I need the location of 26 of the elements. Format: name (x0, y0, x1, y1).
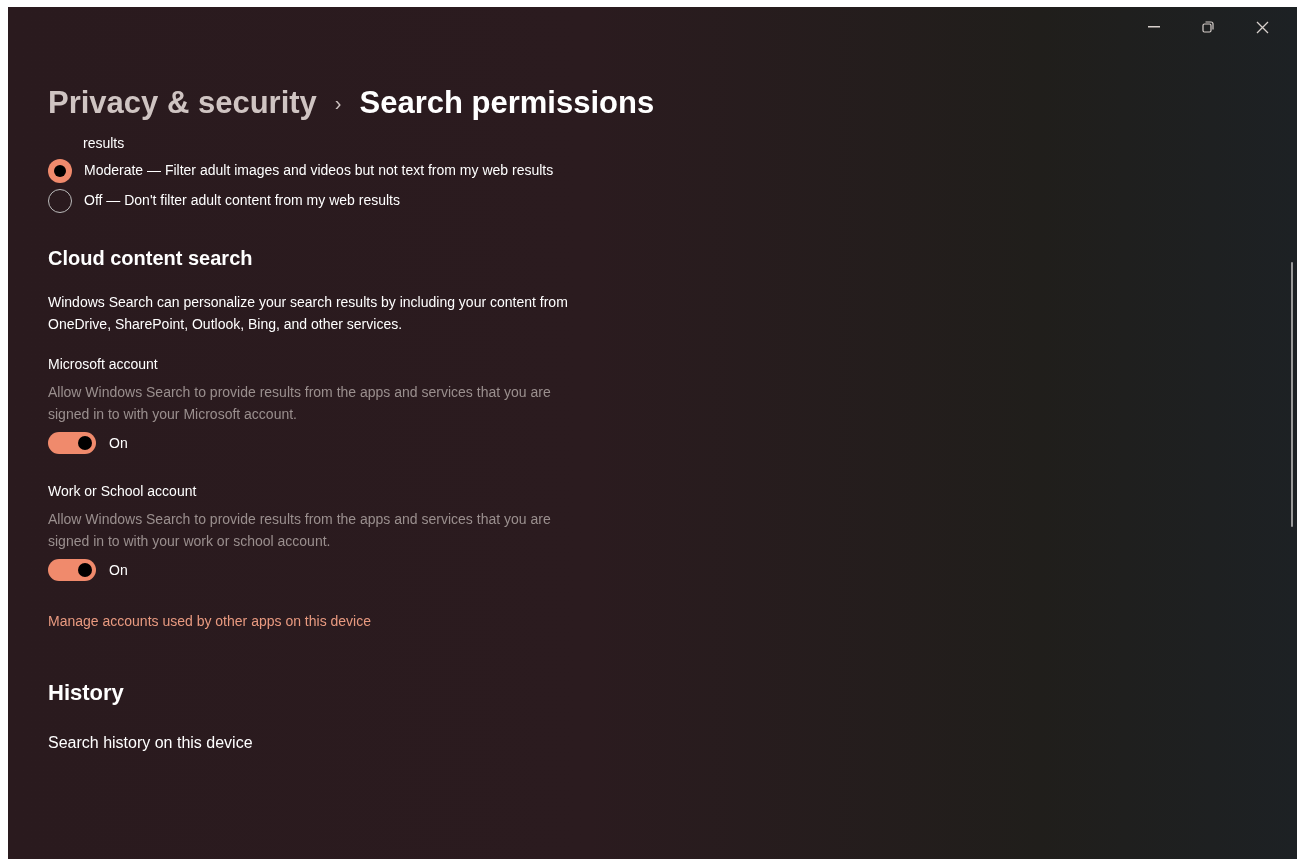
setting-label: Work or School account (48, 482, 198, 501)
toggle-state: On (109, 560, 128, 580)
setting-label: Microsoft account (48, 355, 159, 374)
restore-icon (1202, 21, 1214, 33)
manage-accounts-link[interactable]: Manage accounts used by other apps on this device (48, 611, 371, 632)
section-description: Windows Search can personalize your search results by including your content from OneDrive, SharePoint, Outlook, Bing, and other services. (48, 293, 569, 334)
radio-label: Off — Don't filter adult content from my web results (84, 191, 401, 210)
breadcrumb-separator: › (334, 91, 342, 116)
toggle-switch[interactable] (48, 559, 96, 581)
radio-label: Moderate — Filter adult images and videos but not text from my web results (84, 161, 555, 180)
setting-label: Search history on this device (48, 733, 254, 753)
setting-description: Allow Windows Search to provide results from the apps and services that you are signed in to with your work or school account. (48, 510, 552, 551)
toggle-switch[interactable] (48, 432, 96, 454)
toggle-state: On (109, 433, 128, 453)
setting-description: Allow Windows Search to provide results from the apps and services that you are signed in to with your Microsoft account. (48, 383, 552, 424)
section-heading: History (48, 679, 125, 707)
scrollbar-thumb[interactable] (1291, 262, 1293, 527)
toggle-knob (78, 563, 92, 577)
radio-button[interactable] (48, 159, 72, 183)
section-heading: Cloud content search (48, 246, 254, 271)
breadcrumb-parent[interactable]: Privacy & security (48, 79, 317, 127)
toggle-knob (78, 436, 92, 450)
close-icon (1255, 20, 1269, 34)
option-text: results (82, 134, 126, 153)
minimize-icon (1148, 26, 1160, 28)
page-title: Search permissions (359, 83, 655, 122)
